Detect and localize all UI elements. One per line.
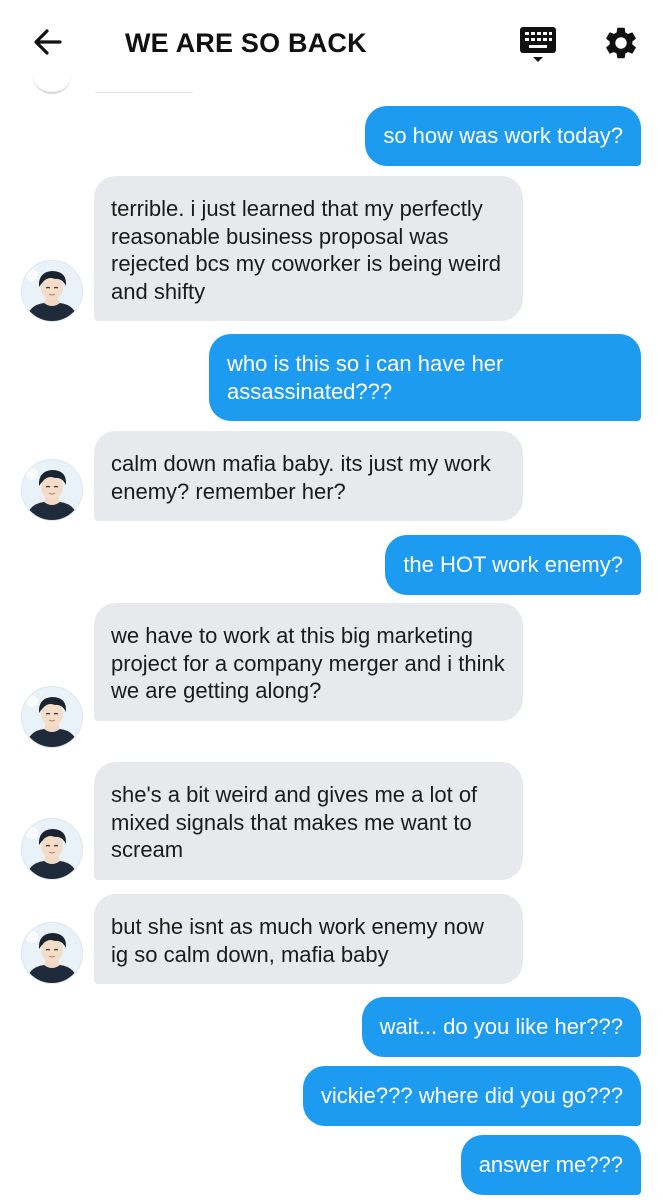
chat-title: WE ARE SO BACK (125, 28, 367, 58)
message-outgoing[interactable]: who is this so i can have her assassinat… (209, 334, 641, 421)
message-outgoing[interactable]: wait... do you like her??? (361, 997, 641, 1057)
avatar[interactable] (21, 818, 83, 880)
previous-message-fragment (95, 80, 193, 93)
chat-header: WE ARE SO BACK (0, 0, 663, 88)
message-incoming[interactable]: calm down mafia baby. its just my work e… (94, 431, 523, 521)
message-outgoing[interactable]: so how was work today? (365, 106, 641, 166)
message-outgoing[interactable]: answer me??? (460, 1135, 641, 1195)
message-incoming[interactable]: she's a bit weird and gives me a lot of … (94, 762, 523, 880)
avatar[interactable] (21, 260, 83, 322)
avatar[interactable] (21, 686, 83, 748)
message-incoming[interactable]: but she isnt as much work enemy now ig s… (94, 894, 523, 984)
gear-icon[interactable] (602, 24, 640, 62)
arrow-left-icon[interactable] (28, 22, 68, 62)
avatar[interactable] (21, 922, 83, 984)
message-incoming[interactable]: terrible. i just learned that my perfect… (94, 176, 523, 321)
message-incoming[interactable]: we have to work at this big marketing pr… (94, 603, 523, 721)
keyboard-icon[interactable] (518, 24, 558, 66)
avatar[interactable] (21, 459, 83, 521)
message-outgoing[interactable]: the HOT work enemy? (385, 535, 641, 595)
message-outgoing[interactable]: vickie??? where did you go??? (302, 1066, 641, 1126)
previous-avatar-fragment (32, 70, 72, 94)
